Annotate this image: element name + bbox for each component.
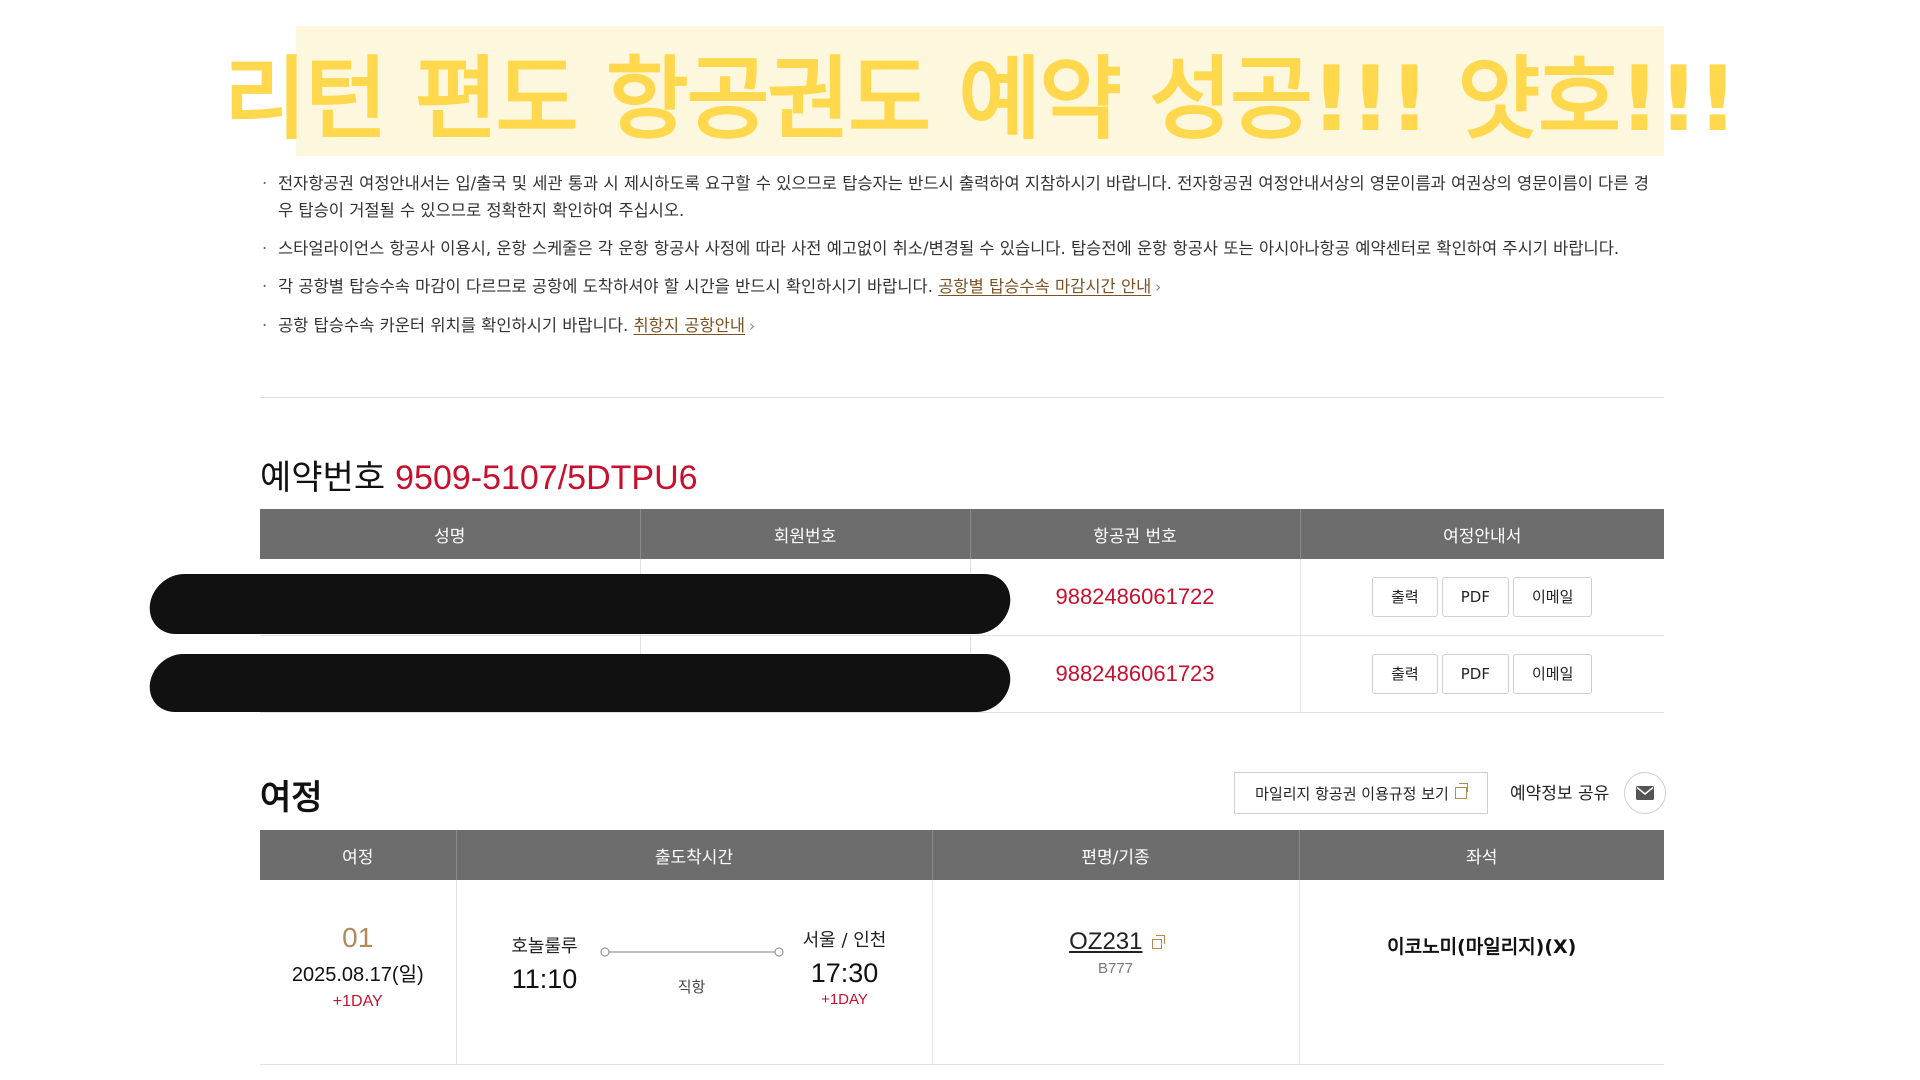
- mileage-rules-label: 마일리지 항공권 이용규정 보기: [1255, 784, 1449, 803]
- notice-item: 스타얼라이언스 항공사 이용시, 운항 스케줄은 각 운항 항공사 사정에 따라…: [262, 235, 1662, 262]
- print-button[interactable]: 출력: [1372, 577, 1438, 617]
- departure: 호놀룰루 11:10: [485, 932, 605, 995]
- document-actions: 출력 PDF 이메일: [1300, 635, 1664, 713]
- ticket-number-cell: 9882486061723: [970, 635, 1301, 713]
- flight-cell: OZ231 B777: [932, 880, 1300, 1065]
- column-header: 여정안내서: [1300, 509, 1664, 559]
- reservation-label: 예약번호: [260, 458, 386, 498]
- redaction-mark: [145, 574, 1015, 634]
- segment-number: 01: [342, 922, 374, 953]
- arrival-city: 서울 / 인천: [802, 930, 887, 951]
- table-row: 01 2025.08.17(일) +1DAY 호놀룰루 11:10 직항 서울 …: [260, 880, 1664, 1065]
- share-label: 예약정보 공유: [1510, 784, 1610, 804]
- ticket-number: 9882486061723: [1055, 661, 1215, 686]
- notice-text: 공항 탑승수속 카운터 위치를 확인하시기 바랍니다.: [278, 316, 629, 335]
- print-button[interactable]: 출력: [1372, 654, 1438, 694]
- notice-text: 각 공항별 탑승수속 마감이 다르므로 공항에 도착하셔야 할 시간을 반드시 …: [278, 277, 933, 296]
- column-header: 출도착시간: [456, 830, 933, 880]
- table-header-row: 여정 출도착시간 편명/기종 좌석: [260, 830, 1664, 880]
- ticket-number-cell: 9882486061722: [970, 559, 1301, 636]
- schedule-cell: 호놀룰루 11:10 직항 서울 / 인천 17:30 +1DAY: [456, 880, 933, 1065]
- column-header: 편명/기종: [932, 830, 1300, 880]
- notice-text: 스타얼라이언스 항공사 이용시, 운항 스케줄은 각 운항 항공사 사정에 따라…: [278, 239, 1620, 258]
- column-header: 회원번호: [640, 509, 971, 559]
- column-header: 성명: [260, 509, 641, 559]
- table-header-row: 성명 회원번호 항공권 번호 여정안내서: [260, 509, 1664, 559]
- ticket-number: 9882486061722: [1055, 584, 1215, 609]
- route-type: 직항: [677, 978, 706, 996]
- divider: [260, 397, 1664, 398]
- route: 호놀룰루 11:10 직항 서울 / 인천 17:30 +1DAY: [457, 880, 932, 1064]
- notice-list: 전자항공권 여정안내서는 입/출국 및 세관 통과 시 제시하도록 요구할 수 …: [262, 170, 1662, 351]
- aircraft-type: B777: [1097, 960, 1134, 977]
- redaction-mark: [145, 654, 1015, 712]
- chevron-right-icon: ›: [1155, 278, 1162, 296]
- seat-cell: 이코노미(마일리지)(X): [1299, 880, 1664, 1065]
- column-header: 좌석: [1299, 830, 1664, 880]
- flight-info: OZ231 B777: [933, 928, 1299, 977]
- mail-icon: [1636, 786, 1654, 800]
- arrival-plus-day: +1DAY: [821, 991, 868, 1008]
- arrival: 서울 / 인천 17:30 +1DAY: [783, 926, 907, 1008]
- checkin-deadline-link[interactable]: 공항별 탑승수속 마감시간 안내: [938, 277, 1151, 296]
- mileage-rules-button[interactable]: 마일리지 항공권 이용규정 보기: [1234, 772, 1488, 814]
- notice-item: 전자항공권 여정안내서는 입/출국 및 세관 통과 시 제시하도록 요구할 수 …: [262, 170, 1662, 224]
- segment-date: 2025.08.17(일): [291, 964, 424, 986]
- departure-time: 11:10: [511, 964, 578, 994]
- column-header: 여정: [260, 830, 457, 880]
- pdf-button[interactable]: PDF: [1441, 577, 1509, 617]
- route-line: [599, 947, 784, 957]
- itinerary-table: 여정 출도착시간 편명/기종 좌석 01 2025.08.17(일) +1DAY…: [260, 830, 1664, 1065]
- external-link-icon: [1151, 935, 1165, 949]
- segment-cell: 01 2025.08.17(일) +1DAY: [260, 880, 457, 1065]
- arrival-time: 17:30: [810, 958, 879, 988]
- reservation-number: 9509-5107/5DTPU6: [395, 459, 698, 497]
- date-plus-day: +1DAY: [332, 993, 383, 1010]
- reservation-heading: 예약번호 9509-5107/5DTPU6: [260, 450, 698, 499]
- share-mail-button[interactable]: [1624, 772, 1666, 814]
- column-header: 항공권 번호: [970, 509, 1301, 559]
- email-button[interactable]: 이메일: [1512, 654, 1593, 694]
- banner-title: 리턴 편도 항공권도 예약 성공!!! 얏호!!!: [223, 47, 1738, 152]
- email-button[interactable]: 이메일: [1512, 577, 1593, 617]
- notice-item: 각 공항별 탑승수속 마감이 다르므로 공항에 도착하셔야 할 시간을 반드시 …: [262, 273, 1662, 301]
- document-actions: 출력 PDF 이메일: [1300, 559, 1664, 636]
- external-link-icon: [1454, 783, 1468, 799]
- airport-info-link[interactable]: 취항지 공항안내: [634, 316, 746, 335]
- cabin-class: 이코노미(마일리지)(X): [1387, 936, 1577, 958]
- itinerary-heading: 여정: [260, 778, 323, 818]
- chevron-right-icon: ›: [749, 317, 756, 335]
- notice-text: 전자항공권 여정안내서는 입/출국 및 세관 통과 시 제시하도록 요구할 수 …: [278, 174, 1649, 220]
- flight-number-link[interactable]: OZ231: [1069, 928, 1142, 955]
- pdf-button[interactable]: PDF: [1441, 654, 1509, 694]
- notice-item: 공항 탑승수속 카운터 위치를 확인하시기 바랍니다. 취항지 공항안내›: [262, 312, 1662, 340]
- departure-city: 호놀룰루: [511, 936, 578, 957]
